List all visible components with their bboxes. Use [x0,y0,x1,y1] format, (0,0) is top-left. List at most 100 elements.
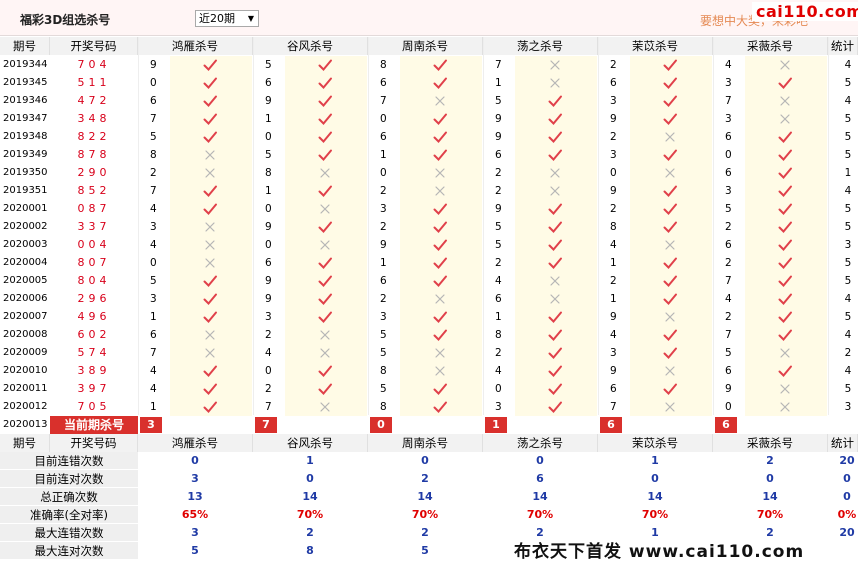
kill-number: 9 [495,113,502,125]
stats-value: 14 [417,490,433,503]
kill-number: 5 [725,203,732,215]
check-icon [433,203,447,215]
stats-value: 70% [296,508,324,521]
period-cell: 2019347 [3,113,48,124]
cross-icon [205,150,215,160]
draw-number-cell: 290 [77,166,111,179]
check-icon [433,401,447,413]
check-icon [203,311,217,323]
period-column-header: 期号 [0,434,50,452]
table-row: 2019347 348 7 1 0 9 9 3 5 [0,110,858,128]
period-cell: 2020001 [3,203,48,214]
period-column-header: 期号 [0,37,50,55]
kill-number: 5 [495,239,502,251]
expert-column-header: 谷风杀号 [253,434,368,452]
stats-value: 2 [766,454,774,467]
row-total: 4 [844,185,852,197]
row-total: 5 [844,203,852,215]
kill-number: 5 [150,275,157,287]
kill-number: 7 [150,113,157,125]
row-total: 3 [844,239,852,251]
kill-number: 9 [610,365,617,377]
kill-number: 4 [610,329,617,341]
kill-number: 8 [380,401,387,413]
column-divider [828,37,829,415]
kill-number: 6 [265,77,272,89]
kill-number: 8 [380,365,387,377]
cross-icon [550,60,560,70]
stats-value: 70% [411,508,439,521]
kill-number: 1 [265,113,272,125]
kill-number: 7 [725,329,732,341]
table-row: 2020010 389 4 0 8 4 9 6 4 [0,362,858,380]
kill-number: 8 [495,329,502,341]
cross-icon [320,240,330,250]
kill-number: 9 [725,383,732,395]
kill-number: 9 [495,203,502,215]
check-icon [318,383,332,395]
row-total: 5 [844,311,852,323]
check-icon [663,347,677,359]
check-icon [433,257,447,269]
kill-number: 1 [150,401,157,413]
check-icon [663,257,677,269]
kill-number: 3 [495,401,502,413]
period-cell: 2019348 [3,131,48,142]
check-icon [778,275,792,287]
stats-total: 0% [837,508,857,521]
check-icon [203,95,217,107]
check-icon [548,113,562,125]
draw-number-cell: 878 [77,148,111,161]
stats-value: 0 [651,472,659,485]
cross-icon [435,348,445,358]
check-icon [318,221,332,233]
kill-number: 3 [150,221,157,233]
check-icon [548,95,562,107]
kill-number: 8 [150,149,157,161]
kill-number: 6 [495,293,502,305]
cross-icon [205,222,215,232]
kill-number: 7 [150,347,157,359]
check-icon [433,59,447,71]
kill-number: 0 [265,203,272,215]
period-select[interactable]: 近20期 ▼ [195,10,259,27]
kill-number: 2 [380,185,387,197]
draw-number-cell: 397 [77,382,111,395]
stats-value: 5 [191,544,199,557]
period-cell: 2020006 [3,293,48,304]
kill-number: 7 [725,275,732,287]
kill-number: 0 [265,239,272,251]
check-icon [663,221,677,233]
kill-number: 9 [380,239,387,251]
kill-number: 3 [725,185,732,197]
check-icon [548,311,562,323]
kill-number: 9 [610,311,617,323]
check-icon [663,329,677,341]
period-cell: 2020011 [3,383,48,394]
check-icon [778,149,792,161]
stats-label: 最大连对次数 [0,542,138,560]
cross-icon [320,204,330,214]
kill-number: 9 [265,275,272,287]
kill-number: 9 [610,185,617,197]
kill-number: 9 [265,95,272,107]
check-icon [778,239,792,251]
check-icon [203,293,217,305]
table-row: 2020009 574 7 4 5 2 3 5 2 [0,344,858,362]
kill-number: 6 [725,167,732,179]
stats-value: 13 [187,490,203,503]
check-icon [203,185,217,197]
draw-number-cell: 087 [77,202,111,215]
cross-icon [550,186,560,196]
stats-label: 目前连对次数 [0,470,138,488]
kill-number: 2 [495,257,502,269]
stats-value: 65% [181,508,209,521]
kill-number: 0 [265,131,272,143]
cross-icon [550,78,560,88]
kill-number: 4 [150,383,157,395]
stats-value: 14 [647,490,663,503]
kill-number: 0 [610,167,617,179]
check-icon [778,77,792,89]
row-total: 5 [844,113,852,125]
draw-column-header: 开奖号码 [50,434,138,452]
